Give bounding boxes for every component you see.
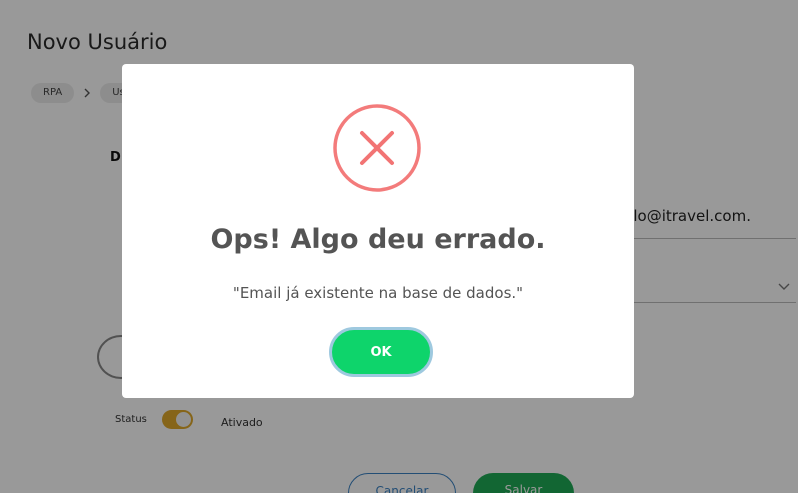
error-dialog: Ops! Algo deu errado. "Email já existent…	[122, 64, 634, 398]
error-x-circle-icon	[332, 103, 422, 193]
dialog-title: Ops! Algo deu errado.	[210, 224, 546, 255]
dialog-message: "Email já existente na base de dados."	[232, 284, 524, 302]
ok-button[interactable]: OK	[329, 327, 433, 377]
